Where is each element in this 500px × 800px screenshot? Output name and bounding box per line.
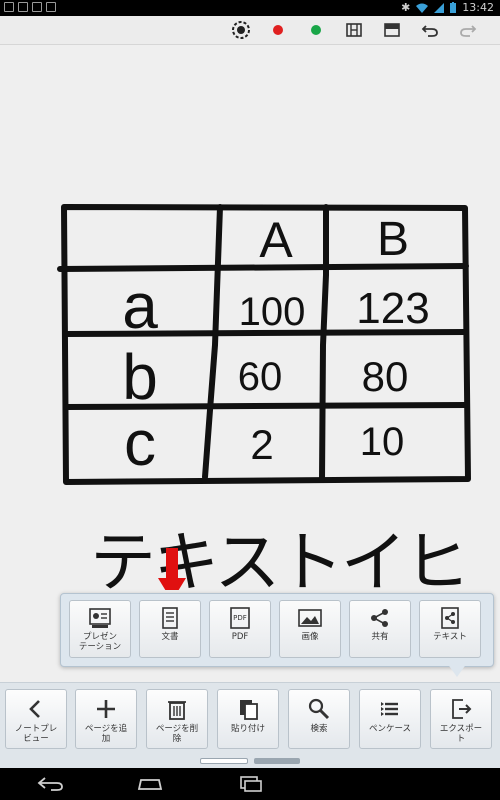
- handwritten-table: A B a 100 123 b 60 80 c 2 10 テキストイヒ: [57, 204, 471, 601]
- export-text-label: テキスト: [433, 632, 467, 642]
- undo-icon[interactable]: [420, 20, 440, 40]
- export-pdf-button[interactable]: PDF PDF: [209, 600, 271, 658]
- export-share-label: 共有: [371, 632, 389, 642]
- note-preview-label: ノートプレ ビュー: [14, 724, 58, 744]
- table-cell: 100: [239, 290, 306, 334]
- export-menu-pointer: [447, 663, 467, 677]
- table-cell: 60: [238, 355, 283, 399]
- bottom-action-bar: ノートプレ ビュー ページを追 加 ページを削 除 貼り付け 検索 ペンケース …: [0, 682, 500, 769]
- document-icon: [162, 607, 178, 629]
- add-page-label: ページを追 加: [84, 724, 128, 744]
- export-text-button[interactable]: テキスト: [419, 600, 481, 658]
- note-canvas[interactable]: A B a 100 123 b 60 80 c 2 10 テキストイヒ: [0, 45, 500, 601]
- trash-icon: [168, 701, 186, 720]
- layout-icon[interactable]: [382, 20, 402, 40]
- back-icon[interactable]: [30, 774, 70, 794]
- presentation-icon: [89, 608, 111, 628]
- table-cell: 10: [360, 420, 405, 464]
- paste-label: 貼り付け: [230, 724, 265, 734]
- pencase-icon: [381, 702, 398, 716]
- handwritten-text: テキストイヒ: [90, 524, 470, 590]
- red-pen-icon[interactable]: [268, 20, 288, 40]
- filmstrip-icon[interactable]: [344, 20, 364, 40]
- export-presentation-label: プレゼン テーション: [78, 632, 122, 652]
- bluetooth-icon: ✱: [401, 1, 411, 14]
- system-status: ✱ 13:42: [401, 1, 494, 14]
- export-icon: [452, 699, 472, 719]
- plus-icon: [97, 700, 115, 718]
- green-pen-icon[interactable]: [306, 20, 326, 40]
- search-label: 検索: [310, 724, 328, 734]
- export-menu: プレゼン テーション 文書 PDF PDF 画像 共有 テキスト: [60, 593, 494, 667]
- add-page-button[interactable]: ページを追 加: [75, 689, 137, 749]
- export-document-label: 文書: [161, 632, 179, 642]
- wifi-icon: [416, 3, 429, 13]
- status-bar: ✱ 13:42: [0, 0, 500, 16]
- table-row-label-b: b: [122, 341, 158, 413]
- pen-style-icon[interactable]: [231, 20, 251, 40]
- text-share-icon: [441, 607, 459, 629]
- share-icon: [371, 609, 388, 627]
- table-header-b: B: [377, 213, 409, 266]
- export-image-label: 画像: [301, 632, 319, 642]
- table-cell: 2: [250, 421, 273, 468]
- export-document-button[interactable]: 文書: [139, 600, 201, 658]
- delete-page-label: ページを削 除: [155, 724, 199, 744]
- battery-icon: [450, 2, 457, 13]
- table-cell: 123: [356, 284, 429, 333]
- paste-icon: [240, 700, 258, 720]
- pen-case-button[interactable]: ペンケース: [359, 689, 421, 749]
- redo-icon[interactable]: [458, 20, 478, 40]
- pen-case-label: ペンケース: [368, 724, 412, 734]
- top-toolbar: [0, 16, 500, 45]
- delete-page-button[interactable]: ページを削 除: [146, 689, 208, 749]
- page-indicator-current[interactable]: [200, 758, 248, 764]
- search-icon: [308, 698, 330, 720]
- mail-notification-icon: [32, 2, 42, 12]
- navigation-bar: [0, 768, 500, 800]
- app-notification-icon: [46, 2, 56, 12]
- clock: 13:42: [462, 1, 494, 14]
- table-row-label-c: c: [124, 407, 156, 479]
- export-button[interactable]: エクスポー ト: [430, 689, 492, 749]
- notification-icons: [4, 2, 56, 12]
- export-label: エクスポー ト: [439, 724, 483, 744]
- note-preview-button[interactable]: ノートプレ ビュー: [5, 689, 67, 749]
- pdf-badge: PDF: [233, 614, 247, 622]
- export-image-button[interactable]: 画像: [279, 600, 341, 658]
- table-row-label-a: a: [122, 270, 158, 342]
- image-icon: [298, 609, 322, 627]
- search-button[interactable]: 検索: [288, 689, 350, 749]
- notification-icon: [4, 2, 14, 12]
- page-indicator[interactable]: [254, 758, 300, 764]
- home-icon[interactable]: [130, 774, 170, 794]
- paste-button[interactable]: 貼り付け: [217, 689, 279, 749]
- pdf-icon: PDF: [230, 607, 250, 629]
- signal-icon: [434, 2, 445, 13]
- export-pdf-label: PDF: [231, 632, 249, 642]
- table-cell: 80: [362, 353, 409, 400]
- table-header-a: A: [259, 212, 293, 268]
- recent-apps-icon[interactable]: [230, 774, 270, 794]
- image-notification-icon: [18, 2, 28, 12]
- export-share-button[interactable]: 共有: [349, 600, 411, 658]
- back-chevron-icon: [29, 700, 40, 718]
- export-presentation-button[interactable]: プレゼン テーション: [69, 600, 131, 658]
